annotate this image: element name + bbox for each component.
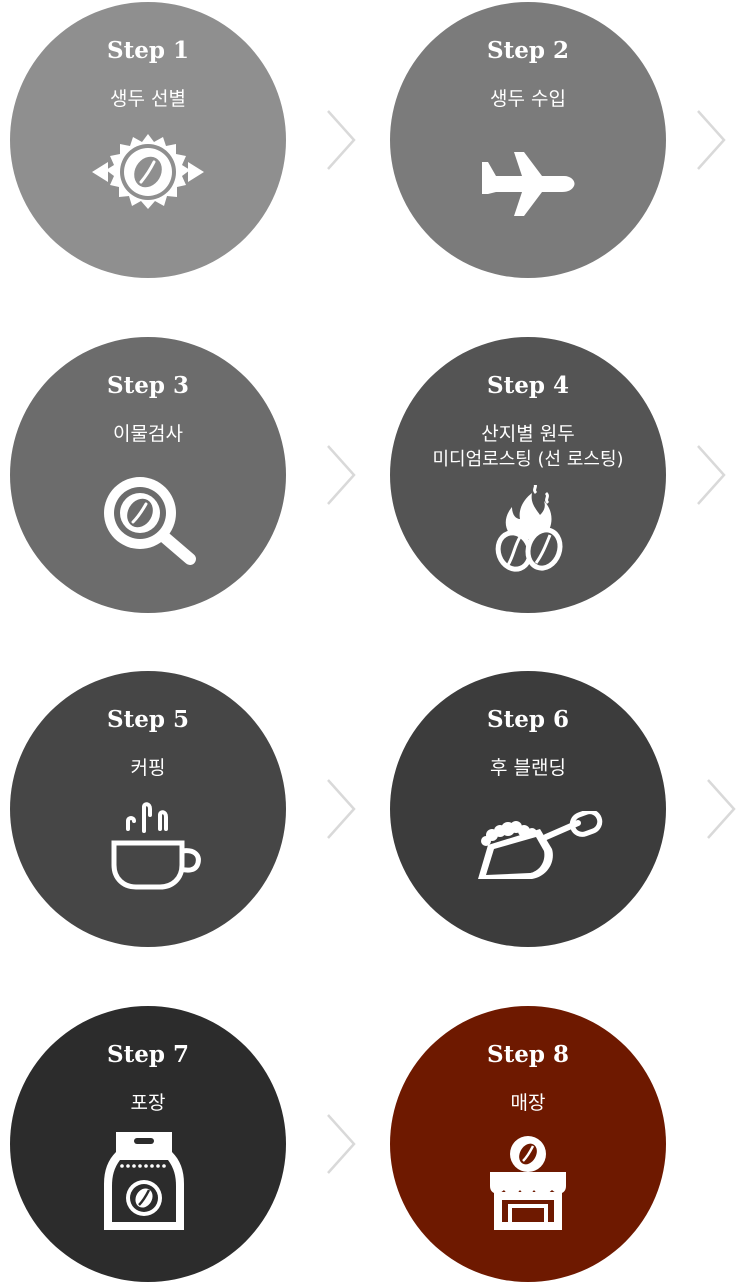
chevron-right-icon bbox=[707, 779, 736, 839]
step-7-description: 포장 bbox=[10, 1090, 286, 1116]
step-5-circle: Step 5 커핑 bbox=[10, 671, 286, 947]
step-4-description-line-2: 미디엄로스팅 (선 로스팅) bbox=[432, 449, 624, 470]
step-2-description-line: 생두 수입 bbox=[490, 88, 566, 110]
step-3-circle: Step 3 이물검사 bbox=[10, 337, 286, 613]
quality-badge-bean-icon bbox=[92, 134, 204, 209]
step-6-description-line: 후 블랜딩 bbox=[490, 757, 566, 779]
step-1-circle: Step 1 생두 선별 bbox=[10, 2, 286, 278]
step-4-circle: Step 4 산지별 원두 미디엄로스팅 (선 로스팅) bbox=[390, 337, 666, 613]
chevron-right-icon bbox=[327, 1114, 356, 1174]
step-2-circle: Step 2 생두 수입 bbox=[390, 2, 666, 278]
chevron-right-icon bbox=[697, 110, 726, 170]
step-1-description: 생두 선별 bbox=[10, 86, 286, 112]
chevron-right-icon bbox=[327, 110, 356, 170]
step-6-circle: Step 6 후 블랜딩 bbox=[390, 671, 666, 947]
coffee-bag-icon bbox=[104, 1132, 184, 1230]
coffee-scoop-icon bbox=[478, 811, 603, 879]
step-3-label: Step 3 bbox=[107, 372, 189, 399]
airplane-icon bbox=[482, 152, 575, 216]
roasting-beans-fire-icon bbox=[495, 485, 563, 572]
step-5-description: 커핑 bbox=[10, 755, 286, 781]
chevron-right-icon bbox=[327, 445, 356, 505]
step-6-description: 후 블랜딩 bbox=[390, 755, 666, 781]
step-5-description-line: 커핑 bbox=[130, 757, 166, 779]
coffee-cup-steam-icon bbox=[111, 802, 201, 890]
step-8-label: Step 8 bbox=[487, 1041, 569, 1068]
step-8-description-line: 매장 bbox=[510, 1092, 546, 1114]
chevron-right-icon bbox=[697, 445, 726, 505]
coffee-shop-icon bbox=[490, 1136, 566, 1230]
step-8-description: 매장 bbox=[390, 1090, 666, 1116]
step-2-description: 생두 수입 bbox=[390, 86, 666, 112]
step-7-description-line: 포장 bbox=[130, 1092, 166, 1114]
step-3-description-line: 이물검사 bbox=[113, 423, 183, 445]
magnifier-bean-icon bbox=[104, 477, 196, 565]
step-6-label: Step 6 bbox=[487, 706, 569, 733]
step-4-description: 산지별 원두 미디엄로스팅 (선 로스팅) bbox=[390, 421, 666, 473]
chevron-right-icon bbox=[327, 779, 356, 839]
step-7-label: Step 7 bbox=[107, 1041, 189, 1068]
step-4-label: Step 4 bbox=[487, 372, 569, 399]
step-4-description-line-1: 산지별 원두 bbox=[481, 423, 575, 445]
step-2-label: Step 2 bbox=[487, 37, 569, 64]
step-8-circle: Step 8 매장 bbox=[390, 1006, 666, 1282]
step-1-description-line: 생두 선별 bbox=[110, 88, 186, 110]
step-1-label: Step 1 bbox=[107, 37, 189, 64]
step-7-circle: Step 7 포장 bbox=[10, 1006, 286, 1282]
step-3-description: 이물검사 bbox=[10, 421, 286, 447]
step-5-label: Step 5 bbox=[107, 706, 189, 733]
